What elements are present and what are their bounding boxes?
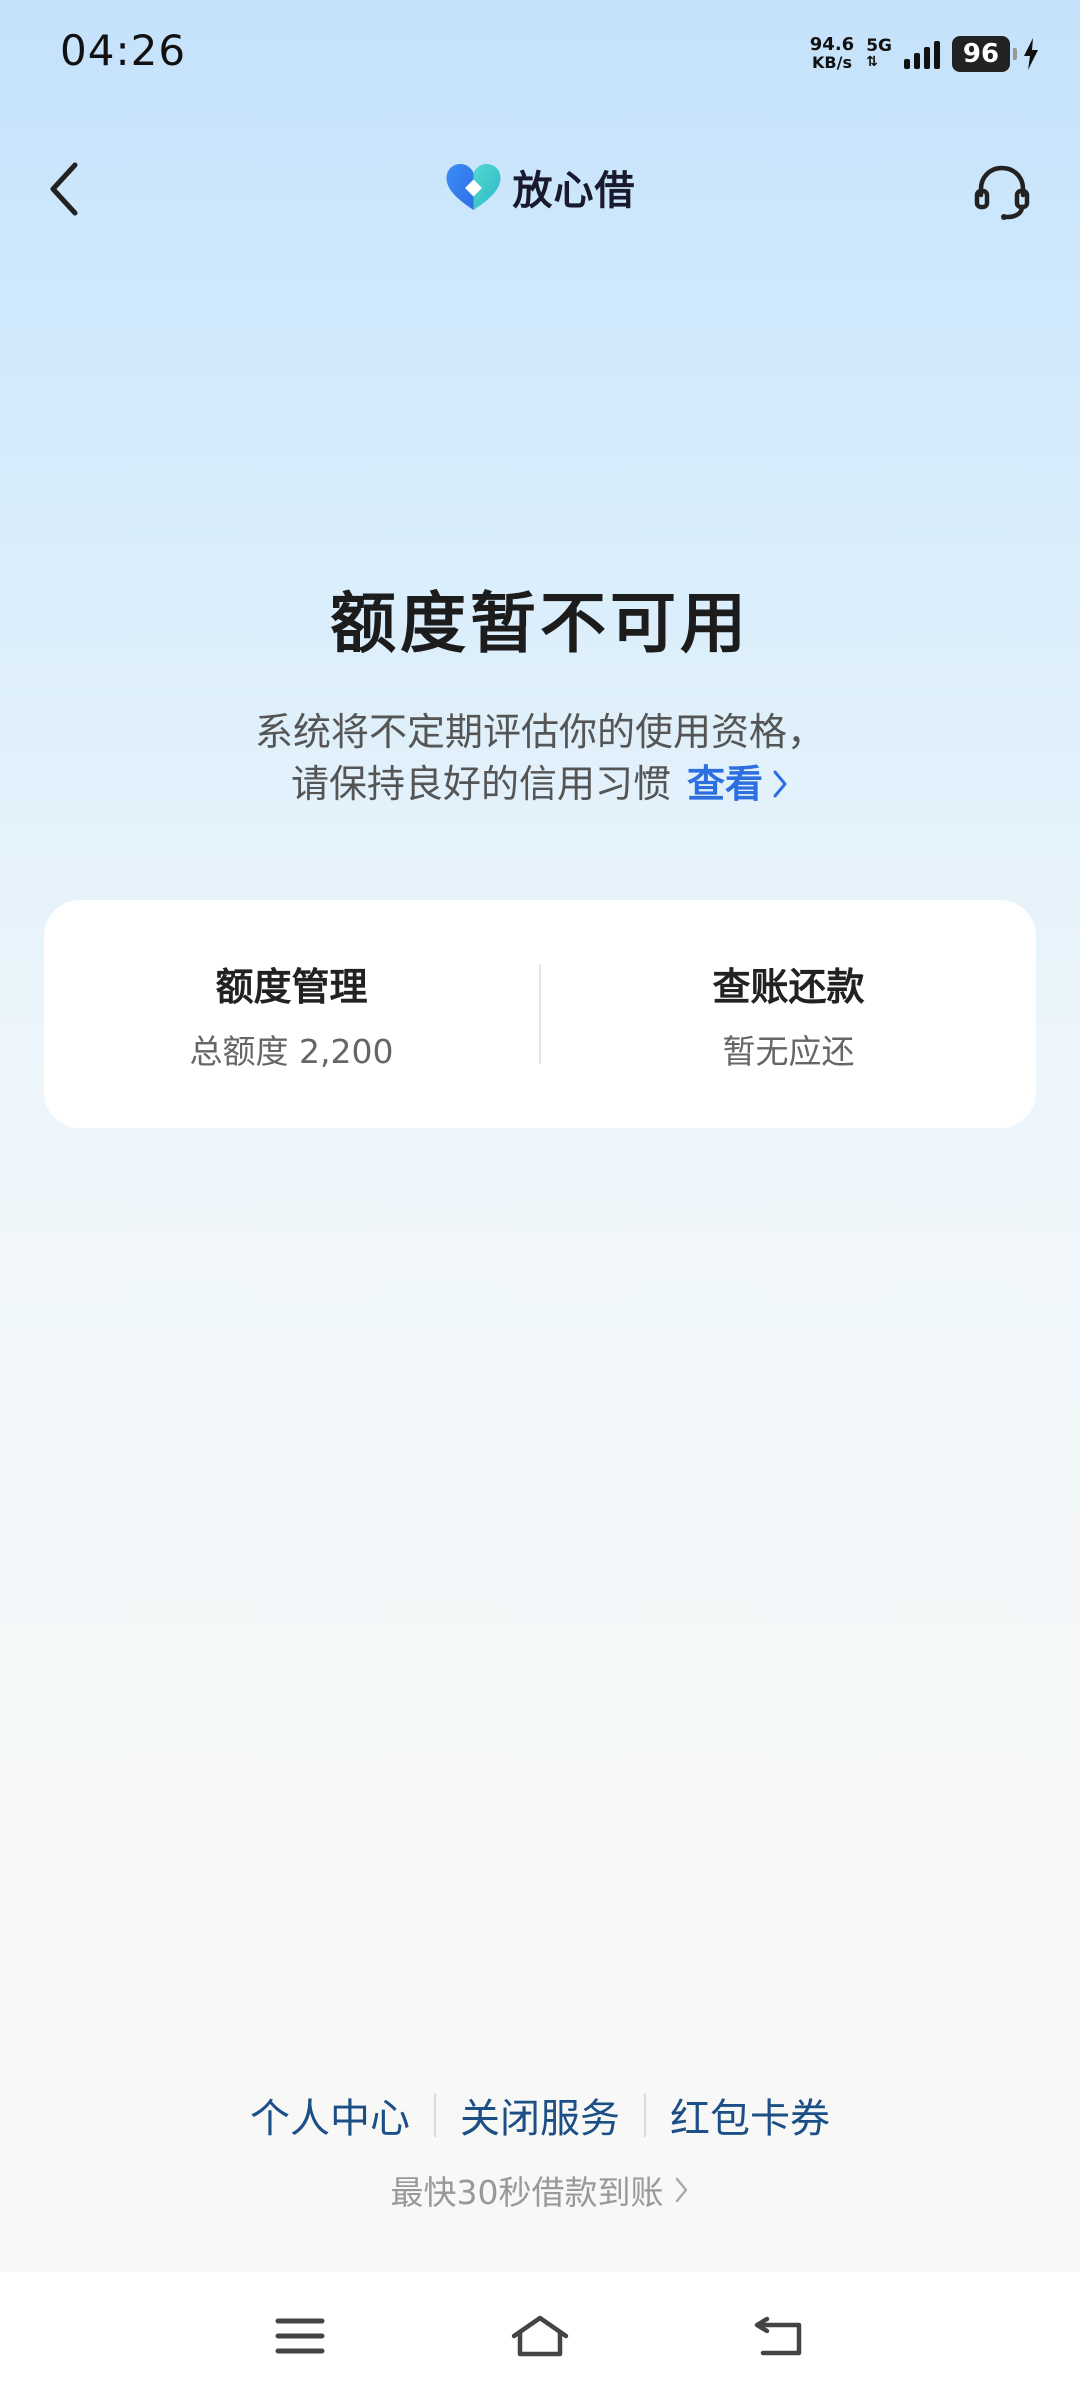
total-credit-label: 总额度 2,200 <box>189 1031 394 1071</box>
network-speed-unit: KB/s <box>812 53 852 72</box>
view-link-label: 查看 <box>687 762 764 806</box>
back-nav-button[interactable] <box>740 2300 820 2372</box>
promo-text: 最快30秒借款到账 <box>390 2173 664 2212</box>
coupons-link[interactable]: 红包卡券 <box>646 2086 854 2144</box>
promo-link[interactable]: 最快30秒借款到账 <box>0 2166 1080 2214</box>
bill-repayment-title: 查账还款 <box>712 964 865 1009</box>
chevron-right-icon <box>773 770 787 798</box>
app-name: 放心借 <box>512 168 636 214</box>
description-line-1: 系统将不定期评估你的使用资格， <box>254 710 825 754</box>
header: 放心借 <box>0 140 1080 240</box>
status-description: 系统将不定期评估你的使用资格， 请保持良好的信用习惯 查看 <box>0 706 1080 810</box>
data-arrows-icon: ⇅ <box>866 54 878 70</box>
customer-service-button[interactable] <box>964 154 1040 230</box>
menu-icon <box>275 2318 325 2354</box>
network-type: 5G ⇅ <box>866 36 892 71</box>
network-type-label: 5G <box>866 36 892 56</box>
heart-logo-icon <box>446 164 501 210</box>
credit-management-button[interactable]: 额度管理 总额度 2,200 <box>44 900 539 1128</box>
repayment-status: 暂无应还 <box>722 1031 855 1071</box>
home-button[interactable] <box>500 2300 580 2372</box>
app-logo: 放心借 <box>445 158 636 216</box>
system-navigation-bar <box>0 2272 1080 2400</box>
bill-repayment-button[interactable]: 查账还款 暂无应还 <box>541 900 1036 1128</box>
chevron-right-icon <box>675 2177 687 2203</box>
headset-icon <box>974 165 1030 220</box>
network-speed-value: 94.6 <box>809 34 855 55</box>
credit-management-title: 额度管理 <box>215 964 368 1009</box>
description-line-2: 请保持良好的信用习惯 查看 <box>291 758 789 810</box>
personal-center-link[interactable]: 个人中心 <box>226 2086 434 2144</box>
chevron-left-icon <box>50 162 78 216</box>
battery-icon: 96 <box>952 36 1017 72</box>
charging-icon <box>1024 38 1038 70</box>
description-text: 请保持良好的信用习惯 <box>290 762 671 806</box>
status-time: 04:26 <box>60 26 187 75</box>
view-link[interactable]: 查看 <box>687 758 789 810</box>
network-speed: 94.6 KB/s <box>810 36 854 72</box>
battery-level: 96 <box>962 39 1000 69</box>
home-icon <box>511 2315 569 2357</box>
close-service-link[interactable]: 关闭服务 <box>436 2086 644 2144</box>
back-button[interactable] <box>30 154 100 224</box>
menu-button[interactable] <box>260 2300 340 2372</box>
account-card: 额度管理 总额度 2,200 查账还款 暂无应还 <box>44 900 1036 1128</box>
footer-links: 个人中心 关闭服务 红包卡券 <box>0 2086 1080 2144</box>
page-title: 额度暂不可用 <box>330 585 750 662</box>
status-bar: 04:26 94.6 KB/s 5G ⇅ 96 <box>0 0 1080 110</box>
return-icon <box>754 2316 802 2356</box>
status-icons: 94.6 KB/s 5G ⇅ 96 <box>810 32 1040 76</box>
signal-icon <box>904 39 940 69</box>
